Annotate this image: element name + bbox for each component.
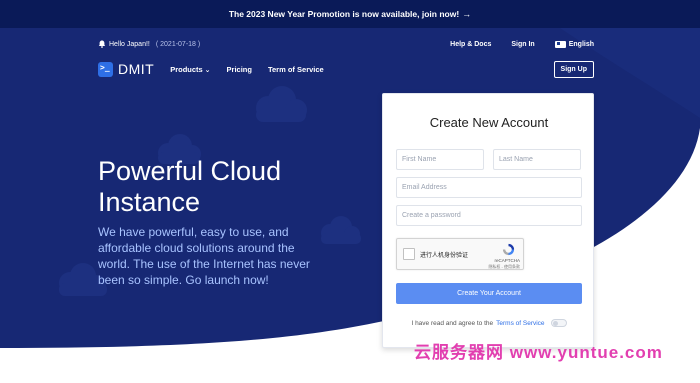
main-nav: DMIT Products Pricing Term of Service Si… <box>98 60 594 78</box>
top-bar: Hello Japan!! ( 2021-07-18 ) Help & Docs… <box>98 37 594 51</box>
top-links: Help & Docs Sign In English <box>450 40 594 48</box>
sign-in-link[interactable]: Sign In <box>511 41 534 48</box>
recaptcha-icon <box>502 243 515 256</box>
greeting-date: ( 2021-07-18 ) <box>155 40 201 48</box>
first-name-field[interactable]: First Name <box>396 149 484 170</box>
promo-banner[interactable]: The 2023 New Year Promotion is now avail… <box>0 0 700 28</box>
hero-subtext: We have powerful, easy to use, and affor… <box>98 225 310 287</box>
terminal-icon <box>98 61 113 77</box>
language-selector[interactable]: English <box>554 40 594 48</box>
flag-icon <box>554 40 566 48</box>
password-field[interactable]: Create a password <box>396 205 582 226</box>
headline-line-1: Powerful Cloud <box>98 156 282 186</box>
nav-item-products[interactable]: Products <box>170 65 210 74</box>
brand-logo[interactable]: DMIT <box>98 61 154 77</box>
recaptcha-checkbox[interactable] <box>403 248 415 260</box>
headline-line-2: Instance <box>98 187 201 217</box>
recaptcha-brand: reCAPTCHA <box>494 258 520 263</box>
brand-name: DMIT <box>118 61 155 77</box>
greeting: Hello Japan!! ( 2021-07-18 ) <box>98 40 200 48</box>
form-title: Create New Account <box>429 115 549 130</box>
recaptcha-label: 进行人机身份验证 <box>420 253 469 259</box>
arrow-right-icon: → <box>462 9 472 19</box>
promo-text[interactable]: The 2023 New Year Promotion is now avail… <box>229 9 459 19</box>
signup-card: Create New Account First Name Last Name … <box>382 93 594 348</box>
create-account-button[interactable]: Create Your Account <box>396 283 582 304</box>
hero-headline: Powerful Cloud Instance <box>98 156 358 218</box>
sign-up-button[interactable]: Sign Up <box>553 60 594 78</box>
agree-toggle[interactable] <box>550 319 567 327</box>
greeting-text: Hello Japan!! <box>109 40 150 48</box>
help-docs-link[interactable]: Help & Docs <box>450 41 491 48</box>
nav-item-pricing[interactable]: Pricing <box>227 65 252 74</box>
recaptcha-widget: 进行人机身份验证 reCAPTCHA 隐私权 - 使用条款 <box>396 238 524 270</box>
nav-menu: Products Pricing Term of Service <box>170 65 324 74</box>
email-field[interactable]: Email Address <box>396 177 582 198</box>
last-name-field[interactable]: Last Name <box>493 149 581 170</box>
bell-icon <box>98 40 106 48</box>
recaptcha-terms[interactable]: 隐私权 - 使用条款 <box>488 264 520 270</box>
nav-item-terms[interactable]: Term of Service <box>268 65 324 74</box>
language-label: English <box>568 40 594 48</box>
watermark: 云服务器网 www.yuntue.com <box>414 343 663 362</box>
terms-agreement: I have read and agree to the Terms of Se… <box>383 319 595 327</box>
agree-text: I have read and agree to the <box>411 319 494 327</box>
terms-link[interactable]: Terms of Service <box>496 320 544 327</box>
